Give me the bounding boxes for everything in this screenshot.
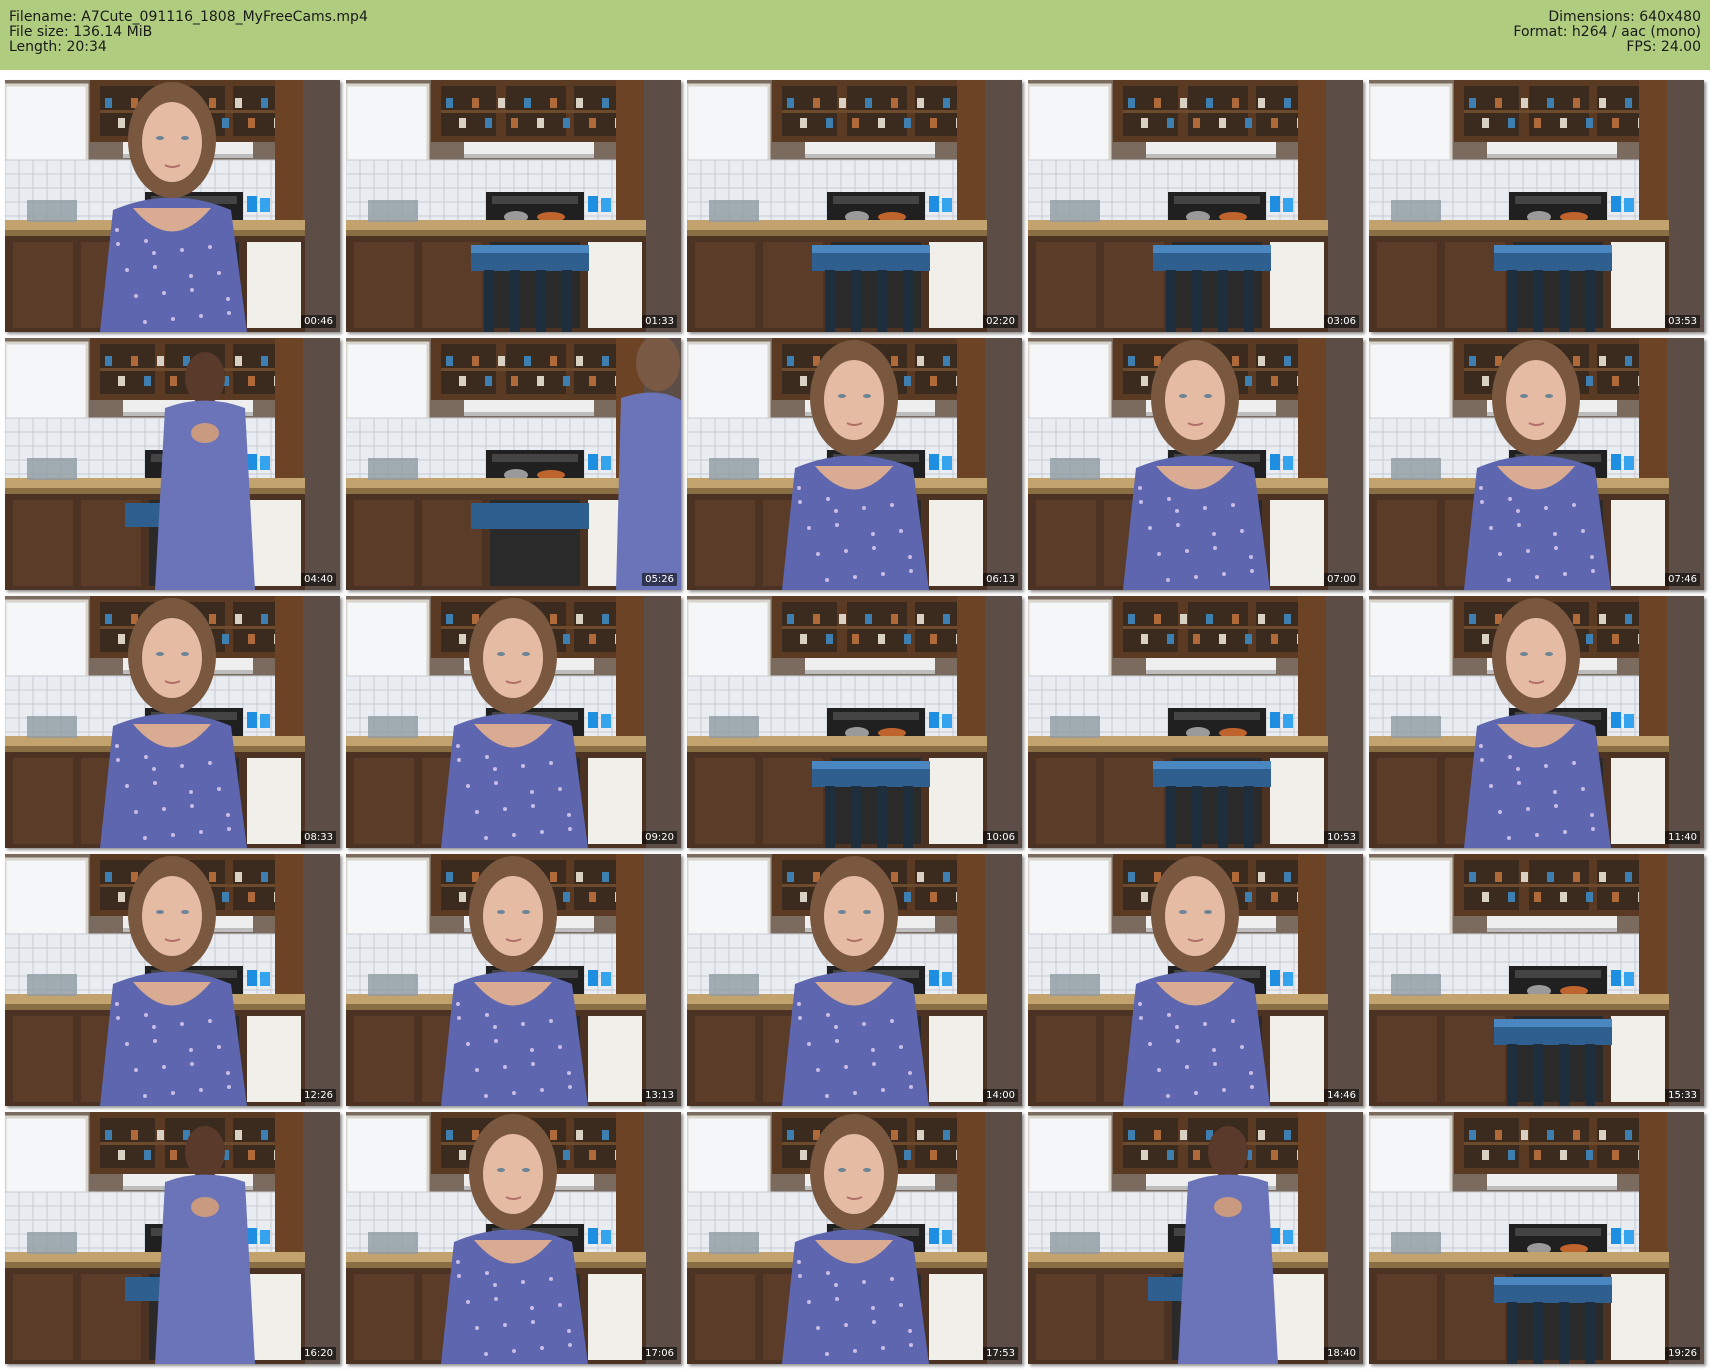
video-thumbnail: 03:06 [1028, 80, 1363, 332]
video-thumbnail: 05:26 [346, 338, 681, 590]
thumbnail-image [1369, 80, 1704, 332]
video-thumbnail: 07:00 [1028, 338, 1363, 590]
video-thumbnail: 11:40 [1369, 596, 1704, 848]
thumbnail-timestamp: 13:13 [642, 1089, 677, 1102]
thumbnail-image [5, 338, 340, 590]
thumbnail-timestamp: 16:20 [301, 1347, 336, 1360]
fps-text: FPS: 24.00 [1626, 39, 1701, 55]
thumbnail-timestamp: 02:20 [983, 315, 1018, 328]
thumbnail-timestamp: 12:26 [301, 1089, 336, 1102]
thumbnail-image [1369, 596, 1704, 848]
thumbnail-image [5, 596, 340, 848]
video-info: Dimensions: 640x480 Format: h264 / aac (… [1513, 10, 1701, 55]
video-thumbnail: 17:06 [346, 1112, 681, 1364]
thumbnail-image [687, 80, 1022, 332]
thumbnail-timestamp: 19:26 [1665, 1347, 1700, 1360]
thumbnail-timestamp: 03:53 [1665, 315, 1700, 328]
thumbnail-image [687, 596, 1022, 848]
thumbnail-image [687, 338, 1022, 590]
video-thumbnail: 09:20 [346, 596, 681, 848]
thumbnail-timestamp: 04:40 [301, 573, 336, 586]
thumbnail-image [1028, 338, 1363, 590]
thumbnail-image [346, 596, 681, 848]
thumbnail-timestamp: 07:46 [1665, 573, 1700, 586]
video-thumbnail: 16:20 [5, 1112, 340, 1364]
thumbnail-image [687, 854, 1022, 1106]
video-thumbnail: 00:46 [5, 80, 340, 332]
thumbnail-image [1369, 338, 1704, 590]
thumbnail-image [1028, 854, 1363, 1106]
thumbnail-image [1028, 596, 1363, 848]
thumbnail-image [5, 80, 340, 332]
thumbnail-timestamp: 05:26 [642, 573, 677, 586]
thumbnail-timestamp: 18:40 [1324, 1347, 1359, 1360]
thumbnail-image [5, 854, 340, 1106]
video-thumbnail: 02:20 [687, 80, 1022, 332]
thumbnail-image [1369, 1112, 1704, 1364]
video-thumbnail: 19:26 [1369, 1112, 1704, 1364]
thumbnail-timestamp: 08:33 [301, 831, 336, 844]
thumbnail-image [346, 338, 681, 590]
video-thumbnail: 14:00 [687, 854, 1022, 1106]
thumbnail-timestamp: 10:53 [1324, 831, 1359, 844]
thumbnail-timestamp: 14:00 [983, 1089, 1018, 1102]
filename-text: Filename: A7Cute_091116_1808_MyFreeCams.… [9, 9, 368, 25]
thumbnail-timestamp: 11:40 [1665, 831, 1700, 844]
thumbnail-timestamp: 17:53 [983, 1347, 1018, 1360]
video-thumbnail: 18:40 [1028, 1112, 1363, 1364]
video-thumbnail: 17:53 [687, 1112, 1022, 1364]
thumbnail-timestamp: 15:33 [1665, 1089, 1700, 1102]
format-text: Format: h264 / aac (mono) [1513, 24, 1701, 40]
thumbnail-timestamp: 09:20 [642, 831, 677, 844]
video-thumbnail: 15:33 [1369, 854, 1704, 1106]
thumbnail-timestamp: 17:06 [642, 1347, 677, 1360]
video-thumbnail: 10:53 [1028, 596, 1363, 848]
thumbnail-timestamp: 06:13 [983, 573, 1018, 586]
thumbnail-image [346, 854, 681, 1106]
thumbnail-image [1028, 80, 1363, 332]
thumbnail-timestamp: 10:06 [983, 831, 1018, 844]
thumbnail-image [1369, 854, 1704, 1106]
video-thumbnail: 14:46 [1028, 854, 1363, 1106]
video-thumbnail: 13:13 [346, 854, 681, 1106]
thumbnail-image [1028, 1112, 1363, 1364]
thumbnail-image [5, 1112, 340, 1364]
filesize-text: File size: 136.14 MiB [9, 24, 153, 40]
length-text: Length: 20:34 [9, 39, 107, 55]
video-thumbnail: 03:53 [1369, 80, 1704, 332]
video-thumbnail: 06:13 [687, 338, 1022, 590]
video-thumbnail: 12:26 [5, 854, 340, 1106]
thumbnail-image [687, 1112, 1022, 1364]
video-thumbnail: 01:33 [346, 80, 681, 332]
video-thumbnail: 07:46 [1369, 338, 1704, 590]
video-thumbnail: 08:33 [5, 596, 340, 848]
thumbnail-grid: 00:46 01:33 02:20 03:06 03:53 04:40 05:26 06:13… [0, 70, 1710, 1370]
thumbnail-timestamp: 07:00 [1324, 573, 1359, 586]
video-thumbnail: 10:06 [687, 596, 1022, 848]
file-info: Filename: A7Cute_091116_1808_MyFreeCams.… [9, 10, 368, 55]
thumbnail-timestamp: 14:46 [1324, 1089, 1359, 1102]
thumbnail-timestamp: 03:06 [1324, 315, 1359, 328]
thumbnail-timestamp: 00:46 [301, 315, 336, 328]
info-header: Filename: A7Cute_091116_1808_MyFreeCams.… [0, 0, 1710, 70]
thumbnail-image [346, 80, 681, 332]
thumbnail-timestamp: 01:33 [642, 315, 677, 328]
thumbnail-image [346, 1112, 681, 1364]
dimensions-text: Dimensions: 640x480 [1548, 9, 1701, 25]
video-thumbnail: 04:40 [5, 338, 340, 590]
